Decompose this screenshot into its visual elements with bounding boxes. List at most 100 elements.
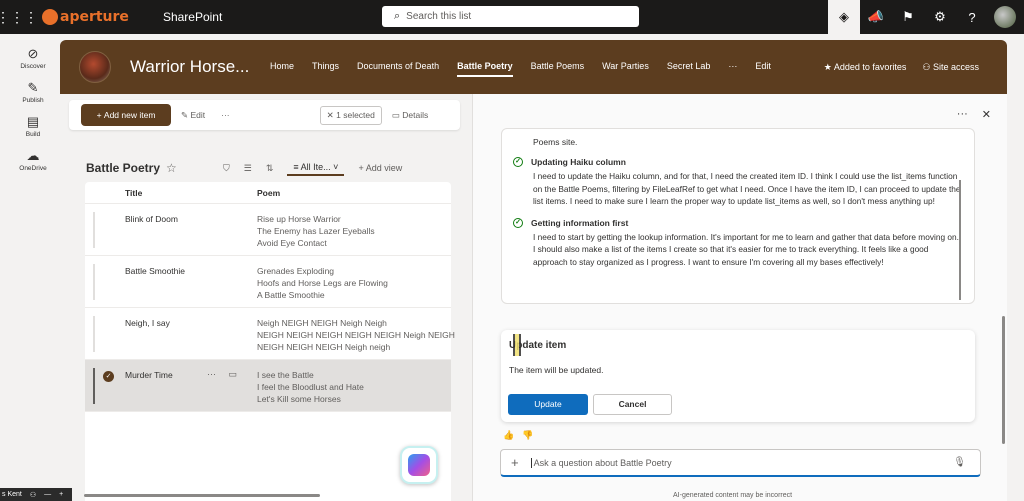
update-button[interactable]: Update [508,394,588,415]
pane-controls: ··· ✕ [943,108,991,121]
table-row[interactable]: Blink of Doom Rise up Horse Warrior The … [85,204,451,256]
settings-icon[interactable]: ⚙ [924,0,956,34]
help-icon[interactable]: ? [956,0,988,34]
copilot-launcher-button[interactable] [400,446,438,484]
favorites-button[interactable]: ★ Added to favorites [824,62,907,73]
nav-more[interactable]: ··· [728,57,737,77]
poem-line: Let's Kill some Horses [257,394,341,404]
copilot-icon[interactable]: ◈ [828,0,860,34]
nav-war-parties[interactable]: War Parties [602,57,649,77]
row-actions: ··· ▭ [207,369,237,380]
row-grip [93,316,95,352]
add-view-button[interactable]: + Add view [358,163,402,173]
pen-icon: ✎ [27,80,39,95]
user-avatar[interactable] [994,6,1016,28]
appbar-publish[interactable]: ✎ Publish [0,80,66,104]
site-logo[interactable] [79,51,111,83]
row-title[interactable]: Murder Time [125,370,173,380]
appbar-discover[interactable]: ⊘ Discover [0,46,66,70]
check-circle-icon: ✓ [513,157,523,167]
plus-icon[interactable]: + [59,491,63,498]
poem-line: I see the Battle [257,370,314,380]
table-row-selected[interactable]: ✓ Murder Time ··· ▭ I see the Battle I f… [85,360,451,412]
text-cursor-icon [513,334,521,356]
comment-icon[interactable]: ▭ [229,369,238,379]
pane-scrollbar[interactable] [1002,316,1005,444]
favorites-label: Added to favorites [833,61,907,72]
thumbs-up-icon[interactable]: 👍 [503,430,514,441]
poem-line: Neigh NEIGH NEIGH Neigh Neigh [257,318,387,328]
row-poem: Rise up Horse Warrior The Enemy has Laze… [257,213,375,249]
row-checked-icon[interactable]: ✓ [103,371,114,382]
poem-line: NEIGH NEIGH NEIGH Neigh neigh [257,342,391,352]
list-header: Battle Poetry ☆ ⛉ ☰ ⇅ ≡ All Ite... ˅ + A… [86,159,456,177]
site-title[interactable]: Warrior Horse... [130,57,250,77]
filter-icon[interactable]: ⛉ [223,163,230,174]
poem-line: I feel the Bloodlust and Hate [257,382,364,392]
view-selector[interactable]: ≡ All Ite... ˅ [287,160,345,176]
pane-more-icon[interactable]: ··· [957,108,968,121]
details-button[interactable]: ▭ Details [392,110,428,121]
appbar-onedrive-label: OneDrive [19,165,47,172]
add-new-item-button[interactable]: + Add new item [81,104,171,126]
nav-secret-lab[interactable]: Secret Lab [667,57,711,77]
ask-input[interactable]: + Ask a question about Battle Poetry 🎙 [500,449,981,477]
site-access-label: Site access [932,61,979,72]
favorite-star-icon[interactable]: ☆ [166,161,177,175]
app-name[interactable]: SharePoint [163,10,222,24]
cancel-button[interactable]: Cancel [593,394,672,415]
nav-battle-poetry[interactable]: Battle Poetry [457,57,513,77]
sort-icon[interactable]: ⇅ [266,163,274,174]
step-body: I need to start by getting the lookup in… [533,231,959,267]
copilot-pane: ··· ✕ Poems site. ✓ Updating Haiku colum… [472,94,1007,501]
copilot-logo-icon [408,454,430,476]
close-pane-icon[interactable]: ✕ [982,108,991,121]
row-poem: Grenades Exploding Hoofs and Horse Legs … [257,265,388,301]
group-icon[interactable]: ☰ [244,163,252,174]
step-heading-text: Getting information first [531,217,629,228]
column-poem[interactable]: Poem [257,188,280,198]
thumbs-down-icon[interactable]: 👎 [522,430,533,441]
taskbar-user: s Kent [2,491,22,498]
reasoning-scrollbar[interactable] [959,180,961,300]
minus-icon[interactable]: — [44,491,51,498]
feedback-icon[interactable]: ⚑ [892,0,924,34]
row-title[interactable]: Blink of Doom [125,214,178,224]
cloud-icon: ☁ [26,148,40,163]
horizontal-scrollbar[interactable] [84,494,320,497]
org-logo[interactable]: aperture [42,9,129,25]
row-title[interactable]: Neigh, I say [125,318,170,328]
reasoning-step: ✓ Getting information first I need to st… [502,217,974,269]
reasoning-panel: Poems site. ✓ Updating Haiku column I ne… [501,128,975,304]
table-row[interactable]: Battle Smoothie Grenades Exploding Hoofs… [85,256,451,308]
row-grip[interactable] [93,368,95,404]
nav-battle-poems[interactable]: Battle Poems [531,57,585,77]
row-title[interactable]: Battle Smoothie [125,266,185,276]
nav-documents-of-death[interactable]: Documents of Death [357,57,439,77]
nav-things[interactable]: Things [312,57,339,77]
microphone-icon[interactable]: 🎙 [953,457,966,468]
column-title[interactable]: Title [125,188,257,198]
app-launcher-icon[interactable]: ⋮⋮⋮ [0,0,38,34]
nav-edit[interactable]: Edit [755,57,771,77]
edit-button[interactable]: ✎ Edit [181,110,205,121]
megaphone-icon[interactable]: 📣 [860,0,892,34]
plus-icon: + [96,110,104,120]
check-circle-icon: ✓ [513,217,523,228]
search-box[interactable]: ⌕ Search this list [382,6,639,27]
table-row[interactable]: Neigh, I say Neigh NEIGH NEIGH Neigh Nei… [85,308,455,360]
appbar-onedrive[interactable]: ☁ OneDrive [0,148,66,172]
nav-home[interactable]: Home [270,57,294,77]
reasoning-step: ✓ Updating Haiku column I need to update… [502,157,974,208]
ask-placeholder[interactable]: Ask a question about Battle Poetry [530,457,672,468]
row-more-icon[interactable]: ··· [207,369,216,379]
list-tools: ⛉ ☰ ⇅ ≡ All Ite... ˅ + Add view [223,160,416,176]
more-commands-button[interactable]: ··· [221,110,230,120]
site-access-button[interactable]: ⚇ Site access [922,62,979,73]
selection-count-button[interactable]: ✕ 1 selected [319,105,382,125]
plus-icon: + [358,163,366,173]
appbar-discover-label: Discover [20,63,46,70]
appbar-build[interactable]: ▤ Build [0,114,66,138]
poem-line: Grenades Exploding [257,266,335,276]
add-attachment-icon[interactable]: + [511,455,519,470]
